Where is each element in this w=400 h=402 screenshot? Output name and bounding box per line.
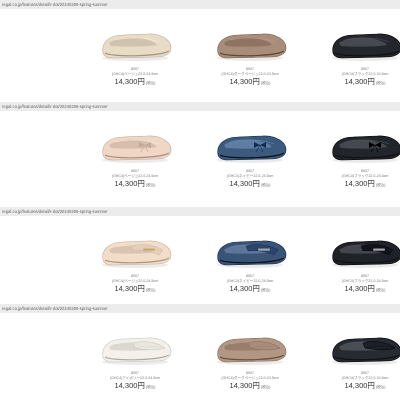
product-price: 14,300円(税込) <box>315 284 400 295</box>
product-code: 8507 <box>246 67 254 71</box>
tax-note: (税込) <box>375 81 386 85</box>
product-code: 8507 <box>361 274 369 278</box>
product-code: 8507 <box>361 371 369 375</box>
ballet-flat-icon[interactable] <box>315 13 400 65</box>
product-card[interactable]: 8507 (GHC4)ブラック22.0-24.5cm 14,300円(税込) <box>315 317 400 392</box>
product-code: 8507 <box>246 371 254 375</box>
price-value: 14,300円 <box>114 284 145 293</box>
product-code: 8507 <box>131 274 139 278</box>
price-value: 14,300円 <box>229 381 260 390</box>
bow-flat-icon[interactable] <box>200 115 300 167</box>
source-url-link[interactable]: regal.co.jp/features/detail/r-dot/202403… <box>0 0 400 9</box>
price-value: 14,300円 <box>344 179 375 188</box>
product-variant: (GHC4)ダークベージュ22.0-24.5cm <box>221 72 279 76</box>
source-url-link[interactable]: regal.co.jp/features/detail/r-dot/202403… <box>0 304 400 313</box>
price-value: 14,300円 <box>344 284 375 293</box>
bow-flat-icon[interactable] <box>315 115 400 167</box>
slip-on-loafer-icon[interactable] <box>200 317 300 369</box>
tax-note: (税込) <box>145 288 156 292</box>
product-variant: (GHC4)ベージュ22.0-24.5cm <box>111 279 159 283</box>
product-variant: (GHC4)ブラック22.0-24.5cm <box>341 72 389 76</box>
tax-note: (税込) <box>145 183 156 187</box>
tax-note: (税込) <box>260 385 271 389</box>
product-code: 8507 <box>246 169 254 173</box>
product-card[interactable]: 8507 (GHC4)ブラック22.0-24.5cm 14,300円(税込) <box>315 13 400 88</box>
product-variant: (GHC4)アイボリー22.0-24.5cm <box>109 376 161 380</box>
product-variant: (GHC4)ベージュ22.0-24.5cm <box>111 174 159 178</box>
tax-note: (税込) <box>375 183 386 187</box>
bit-loafer-icon[interactable] <box>315 220 400 272</box>
product-price: 14,300円(税込) <box>200 284 300 295</box>
product-code: 8507 <box>131 371 139 375</box>
product-price: 14,300円(税込) <box>85 179 185 190</box>
product-code: 8507 <box>131 67 139 71</box>
product-card[interactable]: 8507 (GHC4)ブラック22.0-24.5cm 14,300円(税込) <box>315 220 400 295</box>
ballet-flat-icon[interactable] <box>200 13 300 65</box>
bit-loafer-icon[interactable] <box>85 220 185 272</box>
product-card[interactable]: 8507 (GHC4)ベージュ22.0-24.5cm 14,300円(税込) <box>85 115 185 190</box>
bit-loafer-icon[interactable] <box>200 220 300 272</box>
product-card[interactable]: 8507 (GHC4)ネイビー22.0-24.5cm 14,300円(税込) <box>200 220 300 295</box>
price-value: 14,300円 <box>114 381 145 390</box>
price-value: 14,300円 <box>344 381 375 390</box>
product-variant: (GHC4)ネイビー22.0-24.5cm <box>226 174 274 178</box>
tax-note: (税込) <box>145 385 156 389</box>
product-card[interactable]: 8507 (GHC4)ダークベージュ22.0-24.5cm 14,300円(税込) <box>200 317 300 392</box>
ballet-flat-icon[interactable] <box>85 13 185 65</box>
product-code: 8507 <box>361 169 369 173</box>
product-price: 14,300円(税込) <box>200 381 300 392</box>
product-variant: (GHC4)ダークベージュ22.0-24.5cm <box>221 376 279 380</box>
product-price: 14,300円(税込) <box>315 77 400 88</box>
product-card[interactable]: 8507 (GHC4)アイボリー22.0-24.5cm 14,300円(税込) <box>85 317 185 392</box>
product-code: 8507 <box>131 169 139 173</box>
tax-note: (税込) <box>375 385 386 389</box>
slip-on-loafer-icon[interactable] <box>315 317 400 369</box>
product-variant: (GHC4)ブラック22.0-24.5cm <box>341 376 389 380</box>
product-price: 14,300円(税込) <box>200 179 300 190</box>
product-card[interactable]: 8507 (GHC4)ブラック22.0-24.5cm 14,300円(税込) <box>315 115 400 190</box>
product-price: 14,300円(税込) <box>85 381 185 392</box>
tax-note: (税込) <box>375 288 386 292</box>
source-url-link[interactable]: regal.co.jp/features/detail/r-dot/202403… <box>0 207 400 216</box>
product-price: 14,300円(税込) <box>85 284 185 295</box>
slip-on-loafer-icon[interactable] <box>85 317 185 369</box>
price-value: 14,300円 <box>229 284 260 293</box>
product-card[interactable]: 8507 (GHC4)ベージュ22.0-24.5cm 14,300円(税込) <box>85 13 185 88</box>
price-value: 14,300円 <box>114 77 145 86</box>
product-price: 14,300円(税込) <box>200 77 300 88</box>
price-value: 14,300円 <box>229 179 260 188</box>
source-url-link[interactable]: regal.co.jp/features/detail/r-dot/202403… <box>0 102 400 111</box>
price-value: 14,300円 <box>344 77 375 86</box>
product-code: 8507 <box>361 67 369 71</box>
product-card[interactable]: 8507 (GHC4)ダークベージュ22.0-24.5cm 14,300円(税込) <box>200 13 300 88</box>
price-value: 14,300円 <box>229 77 260 86</box>
tax-note: (税込) <box>260 183 271 187</box>
bow-flat-icon[interactable] <box>85 115 185 167</box>
product-variant: (GHC4)ブラック22.0-24.5cm <box>341 279 389 283</box>
product-variant: (GHC4)ネイビー22.0-24.5cm <box>226 279 274 283</box>
product-price: 14,300円(税込) <box>85 77 185 88</box>
product-variant: (GHC4)ブラック22.0-24.5cm <box>341 174 389 178</box>
product-code: 8507 <box>246 274 254 278</box>
product-card[interactable]: 8507 (GHC4)ネイビー22.0-24.5cm 14,300円(税込) <box>200 115 300 190</box>
product-price: 14,300円(税込) <box>315 381 400 392</box>
product-card[interactable]: 8507 (GHC4)ベージュ22.0-24.5cm 14,300円(税込) <box>85 220 185 295</box>
product-variant: (GHC4)ベージュ22.0-24.5cm <box>111 72 159 76</box>
tax-note: (税込) <box>260 81 271 85</box>
price-value: 14,300円 <box>114 179 145 188</box>
tax-note: (税込) <box>145 81 156 85</box>
tax-note: (税込) <box>260 288 271 292</box>
product-price: 14,300円(税込) <box>315 179 400 190</box>
